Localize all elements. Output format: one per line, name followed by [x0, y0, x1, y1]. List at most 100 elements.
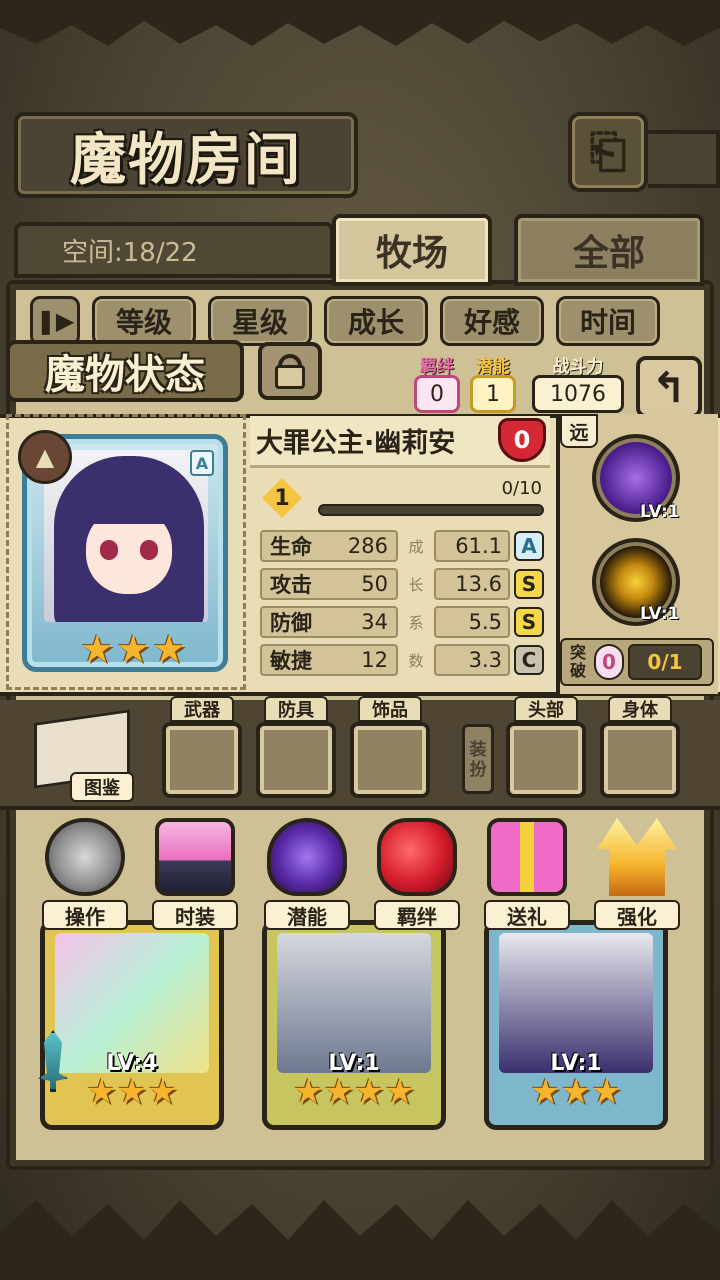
action-gift-button[interactable]: 送礼 — [482, 818, 572, 934]
action-enhance-button[interactable]: 强化 — [592, 818, 682, 934]
star-icon: ★ — [384, 1072, 415, 1112]
demon-icon — [267, 818, 347, 896]
monster-card-stars: ★ ★ ★ ★ — [267, 1075, 441, 1109]
potential-stat: 潜能 1 — [470, 352, 516, 413]
growth-label-char: 成 — [408, 537, 424, 556]
rank-badge: A — [190, 450, 214, 476]
star-icon: ★ — [116, 627, 151, 671]
back-arrow-icon: ⎗ — [589, 124, 627, 178]
skill-2-level: LV:1 — [640, 604, 680, 624]
lock-button[interactable] — [258, 342, 322, 400]
power-value: 1076 — [532, 375, 624, 413]
action-label: 羁绊 — [374, 900, 460, 930]
affection-value: 0 — [513, 426, 531, 454]
pause-icon[interactable]: ❚▶ — [30, 296, 80, 346]
equip-slot-box[interactable] — [350, 722, 430, 798]
return-arrow-icon: ↰ — [651, 362, 687, 412]
monster-card[interactable]: LV:1 ★ ★ ★ — [484, 920, 668, 1130]
tab-ranch[interactable]: 牧场 — [332, 214, 492, 286]
stat-growth: 13.6 — [434, 568, 510, 600]
filter-affection-button[interactable]: 好感 — [440, 296, 544, 346]
monster-card[interactable]: LV:4 ★ ★ ★ — [40, 920, 224, 1130]
lock-icon-body — [275, 365, 305, 389]
codex-button[interactable]: 图鉴 — [30, 709, 138, 802]
filter-time-button[interactable]: 时间 — [556, 296, 660, 346]
equip-slot-box[interactable] — [256, 722, 336, 798]
star-icon: ★ — [86, 1072, 117, 1112]
power-stat: 战斗力 1076 — [532, 352, 624, 413]
star-icon: ★ — [293, 1072, 324, 1112]
star-icon: ★ — [152, 627, 187, 671]
back-button[interactable]: ⎗ — [568, 112, 648, 192]
star-icon: ★ — [147, 1072, 178, 1112]
dress-slot-label: 身体 — [608, 696, 672, 722]
breakthrough-count: 0/1 — [628, 644, 702, 680]
stat-value: 50 — [361, 572, 388, 596]
stat-growth: 61.1 — [434, 530, 510, 562]
equip-slot-label: 武器 — [170, 696, 234, 722]
back-button-base — [648, 130, 720, 188]
equip-slot-accessory[interactable]: 饰品 — [350, 696, 430, 798]
stat-name: 生命 — [270, 535, 312, 559]
stat-growth: 3.3 — [434, 644, 510, 676]
action-label: 送礼 — [484, 900, 570, 930]
action-label: 时装 — [152, 900, 238, 930]
equip-slot-armor[interactable]: 防具 — [256, 696, 336, 798]
star-icon: ★ — [354, 1072, 385, 1112]
return-button[interactable]: ↰ — [636, 356, 702, 418]
mountain-type-icon: ▲ — [18, 430, 72, 484]
filter-growth-button[interactable]: 成长 — [324, 296, 428, 346]
level-row: 1 0/10 — [262, 478, 548, 522]
dress-slot-body[interactable]: 身体 — [600, 696, 680, 798]
equip-slot-box[interactable] — [162, 722, 242, 798]
stat-name: 攻击 — [270, 573, 312, 597]
monster-card-stars: ★ ★ ★ — [45, 1075, 219, 1109]
filter-level-button[interactable]: 等级 — [92, 296, 196, 346]
action-operate-button[interactable]: 操作 — [40, 818, 130, 934]
dress-slot-label: 头部 — [514, 696, 578, 722]
range-tag: 远 — [560, 414, 598, 448]
filter-row: ❚▶ 等级 星级 成长 好感 时间 — [30, 296, 660, 346]
page-title: 魔物房间 — [70, 126, 302, 193]
monster-card-stars: ★ ★ ★ — [489, 1075, 663, 1109]
grade-badge: C — [514, 645, 544, 675]
grade-badge: S — [514, 569, 544, 599]
star-icon: ★ — [591, 1072, 622, 1112]
action-label: 操作 — [42, 900, 128, 930]
stat-growth: 5.5 — [434, 606, 510, 638]
filter-star-button[interactable]: 星级 — [208, 296, 312, 346]
dress-slot-head[interactable]: 头部 — [506, 696, 586, 798]
breakthrough-box[interactable]: 突破 0 0/1 — [560, 638, 714, 686]
growth-label-char: 数 — [408, 651, 424, 670]
exp-bar — [318, 504, 544, 516]
dress-up-label: 装扮 — [462, 724, 494, 794]
potential-label: 潜能 — [476, 357, 510, 377]
status-title-plate: 魔物状态 — [6, 340, 244, 402]
grade-badge: A — [514, 531, 544, 561]
growth-label-char: 长 — [408, 575, 424, 594]
skill-1-level: LV:1 — [640, 502, 680, 522]
dress-slot-box[interactable] — [600, 722, 680, 798]
star-icon: ★ — [530, 1072, 561, 1112]
stat-row-hp: 生命 286 成 61.1 A — [260, 530, 550, 562]
star-icon: ★ — [116, 1072, 148, 1112]
action-label: 潜能 — [264, 900, 350, 930]
power-label: 战斗力 — [552, 357, 604, 377]
equip-slot-label: 饰品 — [358, 696, 422, 722]
portrait-stars: ★ ★ ★ — [80, 630, 186, 668]
equip-slot-weapon[interactable]: 武器 — [162, 696, 242, 798]
equip-slot-label: 防具 — [264, 696, 328, 722]
tab-all[interactable]: 全部 — [514, 214, 704, 286]
monster-card[interactable]: LV:1 ★ ★ ★ ★ — [262, 920, 446, 1130]
stat-row-attack: 攻击 50 长 13.6 S — [260, 568, 550, 600]
upgrade-arrows-icon — [597, 818, 677, 896]
star-icon: ★ — [80, 627, 115, 671]
potential-value: 1 — [470, 375, 516, 413]
exp-text: 0/10 — [501, 478, 542, 499]
action-bond-button[interactable]: 羁绊 — [372, 818, 462, 934]
action-outfit-button[interactable]: 时装 — [150, 818, 240, 934]
space-label: 空间:18/22 — [62, 237, 198, 268]
action-potential-button[interactable]: 潜能 — [262, 818, 352, 934]
level-badge: 1 — [262, 478, 302, 518]
dress-slot-box[interactable] — [506, 722, 586, 798]
